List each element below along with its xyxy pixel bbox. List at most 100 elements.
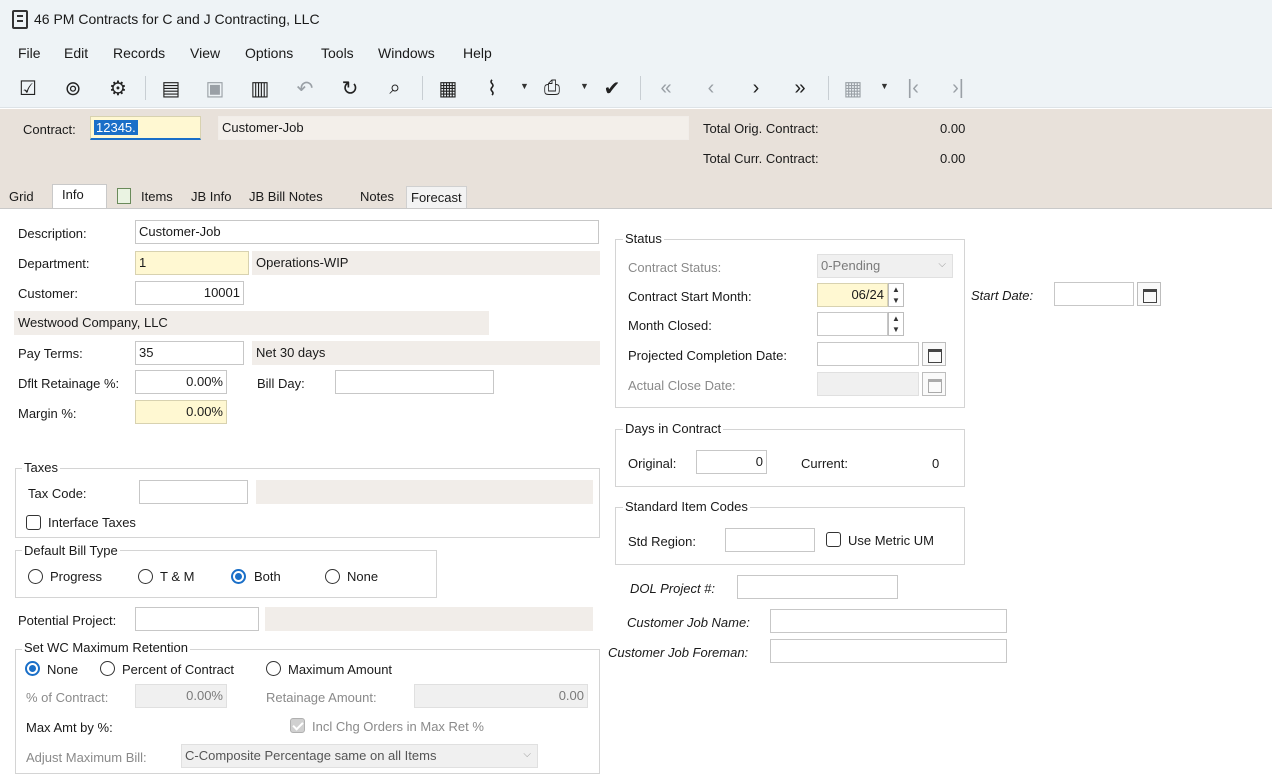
undo-icon[interactable]: ↶ bbox=[291, 74, 319, 102]
calendar-icon[interactable] bbox=[1137, 282, 1161, 306]
menu-file[interactable]: File bbox=[18, 45, 41, 61]
wc-maximum-radio[interactable] bbox=[266, 661, 281, 676]
contract-input[interactable]: 12345. bbox=[90, 116, 201, 140]
last-record-icon[interactable]: » bbox=[786, 74, 814, 102]
wc-none-radio[interactable] bbox=[25, 661, 40, 676]
department-label: Department: bbox=[18, 256, 90, 271]
start-date-input[interactable] bbox=[1054, 282, 1134, 306]
delete-trash-icon[interactable]: ▥ bbox=[246, 74, 274, 102]
incl-chg-orders-label: Incl Chg Orders in Max Ret % bbox=[312, 719, 484, 734]
menu-edit[interactable]: Edit bbox=[64, 45, 88, 61]
menu-options[interactable]: Options bbox=[245, 45, 293, 61]
customer-name: Westwood Company, LLC bbox=[14, 311, 489, 335]
bill-type-tm-label: T & M bbox=[160, 569, 195, 584]
interface-taxes-checkbox[interactable] bbox=[26, 515, 41, 530]
contract-status-select[interactable]: 0-Pending ⌵ bbox=[817, 254, 953, 278]
menu-records[interactable]: Records bbox=[113, 45, 165, 61]
incl-chg-orders-checkbox[interactable] bbox=[290, 718, 305, 733]
calculator-icon[interactable]: ▦ bbox=[434, 74, 462, 102]
total-curr-label: Total Curr. Contract: bbox=[703, 151, 819, 166]
print-dropdown-icon[interactable]: ▼ bbox=[580, 81, 589, 91]
binoculars-icon[interactable]: ⊚ bbox=[59, 74, 87, 102]
bill-type-title: Default Bill Type bbox=[22, 543, 120, 558]
pay-terms-input[interactable]: 35 bbox=[135, 341, 244, 365]
last-page-icon[interactable]: ›| bbox=[944, 74, 972, 102]
description-input[interactable]: Customer-Job bbox=[135, 220, 599, 244]
projected-completion-input[interactable] bbox=[817, 342, 919, 366]
tab-forecast[interactable]: Forecast bbox=[406, 186, 467, 208]
tax-code-input[interactable] bbox=[139, 480, 248, 504]
wc-percent-radio[interactable] bbox=[100, 661, 115, 676]
customer-input[interactable]: 10001 bbox=[135, 281, 244, 305]
adjust-max-bill-select[interactable]: C-Composite Percentage same on all Items… bbox=[181, 744, 538, 768]
bill-type-tm-radio[interactable] bbox=[138, 569, 153, 584]
taxes-title: Taxes bbox=[22, 460, 60, 475]
bill-day-input[interactable] bbox=[335, 370, 494, 394]
tab-info[interactable]: Info bbox=[52, 184, 107, 208]
tab-items[interactable]: Items bbox=[137, 186, 177, 208]
save-icon[interactable]: ▣ bbox=[201, 74, 229, 102]
edit-checklist-icon[interactable]: ☑ bbox=[14, 74, 42, 102]
department-description: Operations-WIP bbox=[252, 251, 600, 275]
new-document-icon[interactable]: ▤ bbox=[157, 74, 185, 102]
bill-type-none-radio[interactable] bbox=[325, 569, 340, 584]
prev-record-icon[interactable]: ‹ bbox=[697, 74, 725, 102]
first-record-icon[interactable]: « bbox=[652, 74, 680, 102]
current-days-value: 0 bbox=[932, 456, 940, 471]
original-days-input[interactable]: 0 bbox=[696, 450, 767, 474]
potential-project-input[interactable] bbox=[135, 607, 259, 631]
month-closed-spinner[interactable]: ▲ ▼ bbox=[888, 312, 904, 336]
tab-notes[interactable]: Notes bbox=[356, 186, 398, 208]
pct-contract-input[interactable]: 0.00% bbox=[135, 684, 227, 708]
adjust-max-bill-label: Adjust Maximum Bill: bbox=[26, 750, 147, 765]
retainage-input[interactable]: 0.00% bbox=[135, 370, 227, 394]
start-month-spinner[interactable]: ▲ ▼ bbox=[888, 283, 904, 307]
max-amt-label: Max Amt by %: bbox=[26, 720, 113, 735]
next-record-icon[interactable]: › bbox=[742, 74, 770, 102]
attachment-dropdown-icon[interactable]: ▼ bbox=[520, 81, 529, 91]
menu-view[interactable]: View bbox=[190, 45, 220, 61]
refresh-icon[interactable]: ↻ bbox=[336, 74, 364, 102]
bill-type-none-label: None bbox=[347, 569, 379, 584]
tax-code-description bbox=[256, 480, 593, 504]
settings-gear-icon[interactable]: ⚙ bbox=[104, 74, 132, 102]
interface-taxes-label: Interface Taxes bbox=[48, 515, 136, 530]
items-tab-icon bbox=[117, 188, 131, 204]
contract-label: Contract: bbox=[23, 122, 76, 137]
print-icon[interactable]: ⎙ bbox=[538, 74, 566, 102]
tab-jb-info[interactable]: JB Info bbox=[187, 186, 235, 208]
window-title: 46 PM Contracts for C and J Contracting,… bbox=[34, 11, 320, 27]
menu-tools[interactable]: Tools bbox=[321, 45, 354, 61]
grid-dropdown-icon[interactable]: ▼ bbox=[880, 81, 889, 91]
tab-grid[interactable]: Grid bbox=[5, 186, 38, 208]
start-month-input[interactable]: 06/24 bbox=[817, 283, 888, 307]
calendar-icon[interactable] bbox=[922, 342, 946, 366]
first-page-icon[interactable]: |‹ bbox=[899, 74, 927, 102]
retainage-amount-input[interactable]: 0.00 bbox=[414, 684, 588, 708]
attachment-icon[interactable]: ⌇ bbox=[478, 74, 506, 102]
dol-project-input[interactable] bbox=[737, 575, 898, 599]
customer-job-name-input[interactable] bbox=[770, 609, 1007, 633]
month-closed-input[interactable] bbox=[817, 312, 888, 336]
margin-input[interactable]: 0.00% bbox=[135, 400, 227, 424]
tab-jb-bill-notes[interactable]: JB Bill Notes bbox=[245, 186, 327, 208]
title-bar: 46 PM Contracts for C and J Contracting,… bbox=[0, 0, 1272, 38]
calendar-icon[interactable] bbox=[922, 372, 946, 396]
total-orig-value: 0.00 bbox=[940, 121, 966, 136]
retainage-amount-label: Retainage Amount: bbox=[266, 690, 377, 705]
spellcheck-icon[interactable]: ✔ bbox=[598, 74, 626, 102]
department-input[interactable]: 1 bbox=[135, 251, 249, 275]
bill-type-progress-radio[interactable] bbox=[28, 569, 43, 584]
use-metric-checkbox[interactable] bbox=[826, 532, 841, 547]
grid-settings-icon[interactable]: ▦ bbox=[839, 74, 867, 102]
customer-job-foreman-input[interactable] bbox=[770, 639, 1007, 663]
std-region-input[interactable] bbox=[725, 528, 815, 552]
bill-type-both-radio[interactable] bbox=[231, 569, 246, 584]
menu-windows[interactable]: Windows bbox=[378, 45, 435, 61]
tax-code-label: Tax Code: bbox=[28, 486, 87, 501]
margin-label: Margin %: bbox=[18, 406, 77, 421]
actual-close-input[interactable] bbox=[817, 372, 919, 396]
search-icon[interactable]: ⌕ bbox=[381, 74, 409, 102]
std-item-title: Standard Item Codes bbox=[623, 499, 750, 514]
menu-help[interactable]: Help bbox=[463, 45, 492, 61]
